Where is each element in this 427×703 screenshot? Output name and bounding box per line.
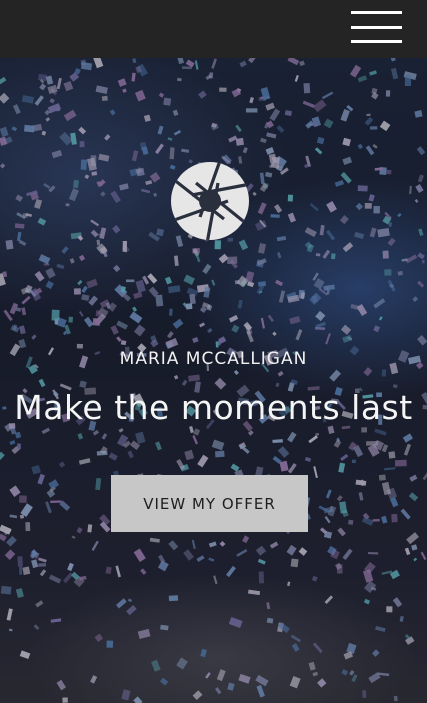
menu-line xyxy=(351,40,402,43)
hero-headline: Make the moments last xyxy=(14,388,413,427)
hero-section: MARIA MCCALLIGAN Make the moments last V… xyxy=(0,58,427,703)
camera-aperture-icon xyxy=(171,162,249,240)
photographer-name: MARIA MCCALLIGAN xyxy=(119,349,308,369)
view-offer-button[interactable]: VIEW MY OFFER xyxy=(111,475,308,532)
hero-overlay xyxy=(0,58,427,703)
hamburger-menu-icon[interactable] xyxy=(351,10,402,44)
menu-line xyxy=(351,11,402,14)
menu-line xyxy=(351,26,402,29)
top-navigation-bar xyxy=(0,0,427,58)
